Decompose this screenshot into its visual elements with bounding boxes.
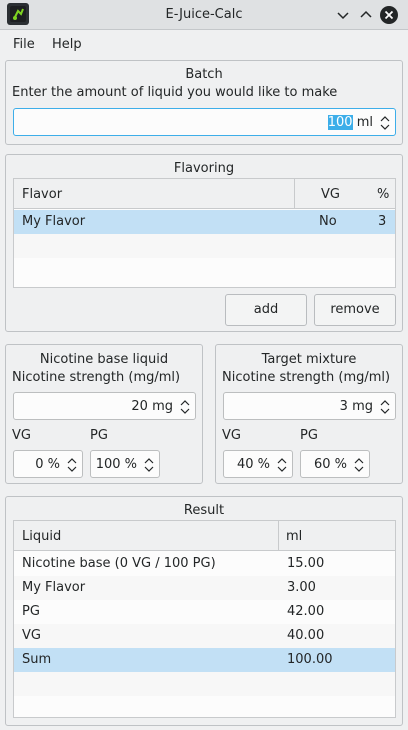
- result-group: Result Liquid ml Nicotine base (0 VG / 1…: [5, 496, 403, 726]
- minimize-button[interactable]: [333, 5, 353, 25]
- flavor-header-vg[interactable]: VG: [321, 187, 340, 202]
- table-row[interactable]: My Flavor No 3: [14, 210, 395, 234]
- remove-flavor-button[interactable]: remove: [314, 294, 396, 326]
- add-flavor-button[interactable]: add: [225, 294, 307, 326]
- nicotine-base-pg-value: 100 %: [95, 457, 137, 472]
- result-ml-cell: 42.00: [287, 604, 325, 619]
- target-pg-label: PG: [300, 428, 318, 443]
- title-bar[interactable]: E-Juice-Calc: [0, 0, 408, 30]
- result-liquid-cell: Sum: [22, 652, 52, 667]
- close-icon: [380, 6, 398, 24]
- maximize-button[interactable]: [356, 5, 376, 25]
- target-strength-value: 3 mg: [339, 399, 373, 414]
- flavor-table-header: Flavor VG %: [14, 179, 395, 209]
- result-ml-cell: 15.00: [287, 556, 325, 571]
- result-ml-cell: 40.00: [287, 628, 325, 643]
- result-liquid-cell: Nicotine base (0 VG / 100 PG): [22, 556, 216, 571]
- batch-amount-value: 100 ml: [327, 115, 373, 130]
- nicotine-base-pg-label: PG: [90, 428, 108, 443]
- table-row[interactable]: PG 42.00: [14, 600, 395, 624]
- result-header-liquid[interactable]: Liquid: [22, 529, 61, 544]
- spin-arrows-icon[interactable]: [276, 456, 288, 474]
- result-ml-cell: 100.00: [287, 652, 333, 667]
- nicotine-base-group: Nicotine base liquid Nicotine strength (…: [5, 344, 203, 484]
- flavor-header-flavor[interactable]: Flavor: [22, 187, 62, 202]
- result-liquid-cell: My Flavor: [22, 580, 86, 595]
- nicotine-base-vg-label: VG: [12, 428, 31, 443]
- header-separator: [294, 179, 295, 209]
- spin-arrows-icon[interactable]: [353, 456, 365, 474]
- flavoring-title: Flavoring: [173, 161, 235, 176]
- flavor-percent-cell: 3: [378, 214, 387, 229]
- result-table-header: Liquid ml: [14, 521, 395, 551]
- table-row[interactable]: Nicotine base (0 VG / 100 PG) 15.00: [14, 552, 395, 576]
- result-table[interactable]: Liquid ml Nicotine base (0 VG / 100 PG) …: [13, 520, 396, 718]
- target-vg-spinbox[interactable]: 40 %: [223, 450, 293, 478]
- nicotine-base-pg-spinbox[interactable]: 100 %: [90, 450, 160, 478]
- header-separator: [278, 521, 279, 551]
- target-vg-value: 40 %: [236, 457, 270, 472]
- target-vg-label: VG: [222, 428, 241, 443]
- flavor-name-cell: My Flavor: [22, 214, 86, 229]
- spin-arrows-icon[interactable]: [379, 114, 391, 132]
- spin-arrows-icon[interactable]: [143, 456, 155, 474]
- target-pg-value: 60 %: [313, 457, 347, 472]
- target-mixture-group: Target mixture Nicotine strength (mg/ml)…: [215, 344, 403, 484]
- result-ml-cell: 3.00: [287, 580, 316, 595]
- chevron-up-icon: [360, 10, 372, 18]
- spin-arrows-icon[interactable]: [66, 456, 78, 474]
- batch-amount-number: 100: [327, 115, 353, 130]
- menu-file[interactable]: File: [13, 37, 35, 52]
- nicotine-base-strength-value: 20 mg: [131, 399, 173, 414]
- chevron-down-icon: [337, 12, 349, 20]
- nicotine-base-vg-spinbox[interactable]: 0 %: [13, 450, 83, 478]
- batch-title: Batch: [185, 67, 223, 82]
- target-title: Target mixture: [261, 352, 357, 367]
- result-liquid-cell: VG: [22, 628, 41, 643]
- result-title: Result: [183, 503, 225, 518]
- table-row[interactable]: My Flavor 3.00: [14, 576, 395, 600]
- menu-help[interactable]: Help: [52, 37, 82, 52]
- nicotine-base-strength-label: Nicotine strength (mg/ml): [12, 370, 181, 385]
- flavor-table[interactable]: Flavor VG % My Flavor No 3: [13, 178, 396, 288]
- close-button[interactable]: [379, 5, 399, 25]
- flavoring-group: Flavoring Flavor VG % My Flavor No 3 add…: [5, 154, 403, 332]
- spin-arrows-icon[interactable]: [179, 398, 191, 416]
- batch-amount-unit: ml: [356, 115, 373, 130]
- nicotine-base-vg-value: 0 %: [35, 457, 60, 472]
- flavor-header-percent[interactable]: %: [377, 187, 389, 202]
- target-strength-spinbox[interactable]: 3 mg: [223, 392, 396, 420]
- batch-group: Batch Enter the amount of liquid you wou…: [5, 60, 403, 145]
- table-row-empty: [14, 672, 395, 696]
- table-row[interactable]: VG 40.00: [14, 624, 395, 648]
- batch-prompt: Enter the amount of liquid you would lik…: [12, 85, 338, 100]
- batch-amount-spinbox[interactable]: 100 ml: [13, 108, 396, 136]
- target-strength-label: Nicotine strength (mg/ml): [222, 370, 391, 385]
- menu-bar: File Help: [0, 31, 408, 57]
- flavor-vg-cell: No: [319, 214, 337, 229]
- result-liquid-cell: PG: [22, 604, 40, 619]
- table-row-empty: [14, 234, 395, 258]
- table-row[interactable]: Sum 100.00: [14, 648, 395, 672]
- target-pg-spinbox[interactable]: 60 %: [300, 450, 370, 478]
- nicotine-base-strength-spinbox[interactable]: 20 mg: [13, 392, 196, 420]
- spin-arrows-icon[interactable]: [379, 398, 391, 416]
- nicotine-base-title: Nicotine base liquid: [39, 352, 169, 367]
- result-header-ml[interactable]: ml: [286, 529, 302, 544]
